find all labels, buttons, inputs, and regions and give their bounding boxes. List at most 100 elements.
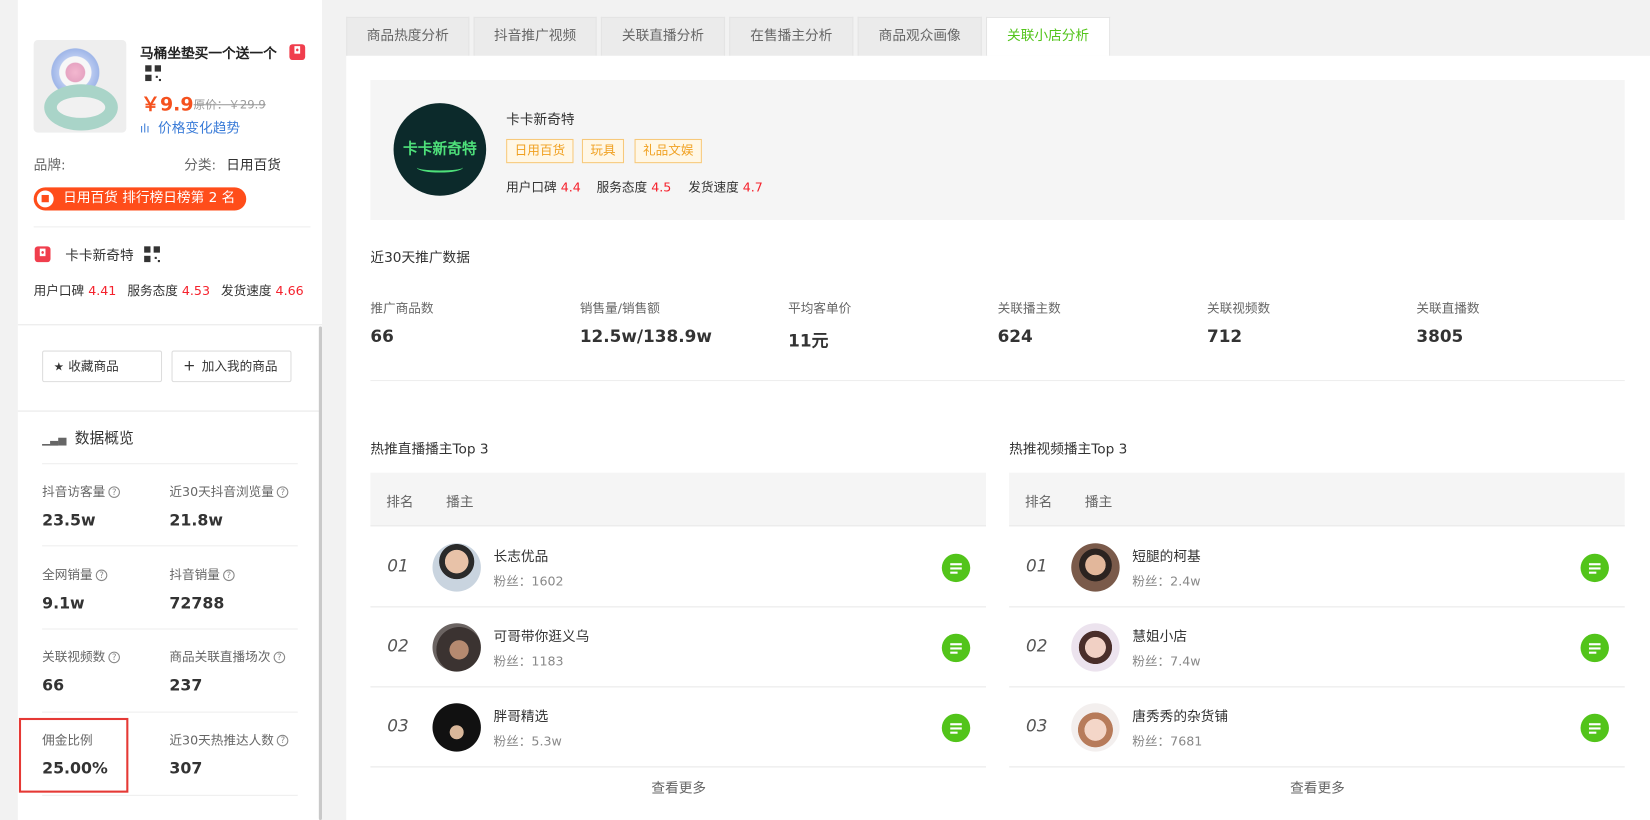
- kpi-value: 3805: [1416, 326, 1464, 347]
- shop-logo[interactable]: 卡卡新奇特: [393, 103, 487, 196]
- detail-list-icon[interactable]: [1580, 713, 1609, 743]
- price-trend-link[interactable]: ılı 价格变化趋势: [140, 117, 240, 137]
- avatar: [432, 543, 481, 592]
- table-row[interactable]: 03 唐秀秀的杂货铺 粉丝：7681: [1009, 687, 1625, 768]
- kpi-label: 平均客单价: [788, 301, 852, 316]
- tab-promo-videos[interactable]: 抖音推广视频: [473, 16, 597, 56]
- metric-value: 23.5w: [42, 510, 96, 530]
- shop-tag: 日用百货: [506, 138, 574, 164]
- divider: [370, 380, 1625, 382]
- table-row[interactable]: 02 慧姐小店 粉丝：7.4w: [1009, 607, 1625, 688]
- kpi-label: 关联直播数: [1416, 301, 1480, 316]
- kpi-label: 销售量/销售额: [579, 301, 660, 316]
- metric-label: 抖音访客量?: [42, 482, 120, 500]
- shop-name[interactable]: 卡卡新奇特: [506, 108, 574, 129]
- shop-tag: 玩具: [581, 138, 625, 164]
- avatar: [432, 703, 481, 752]
- kpi-label: 关联视频数: [1206, 301, 1271, 316]
- favorite-button[interactable]: ★ 收藏商品: [42, 350, 163, 383]
- divider: [42, 463, 298, 465]
- add-to-my-products-button[interactable]: + 加入我的商品: [171, 350, 292, 383]
- category-label: 分类:: [184, 157, 217, 174]
- divider: [42, 545, 298, 547]
- star-icon: ★: [53, 360, 65, 374]
- metric-value: 307: [169, 758, 203, 778]
- product-price: ￥9.9: [141, 93, 194, 116]
- detail-list-icon[interactable]: [941, 553, 971, 583]
- metric-value: 9.1w: [42, 593, 85, 613]
- shop-score-service: 服务态度 4.5: [596, 180, 672, 195]
- kpi-value: 66: [370, 326, 394, 347]
- shop-icon: ◘: [34, 246, 51, 263]
- detail-list-icon[interactable]: [941, 633, 971, 663]
- live-top-title: 热推直播播主Top 3: [370, 442, 489, 458]
- category-value: 日用百货: [226, 157, 281, 174]
- avatar: [1071, 623, 1120, 672]
- detail-list-icon[interactable]: [941, 713, 971, 743]
- kpi-label: 推广商品数: [370, 301, 434, 316]
- product-side-panel: 马桶坐垫买一个送一个 ◘ ￥9.9 原价：￥29.9 ılı 价格变化趋势 品牌:…: [17, 0, 323, 820]
- live-view-more-link[interactable]: 查看更多: [370, 777, 987, 797]
- shopping-bag-icon: ■: [36, 190, 54, 208]
- qr-code-icon[interactable]: [145, 65, 162, 82]
- metric-label: 抖音销量?: [169, 565, 235, 583]
- tab-audience-profile[interactable]: 商品观众画像: [857, 16, 982, 56]
- kpi-value: 12.5w/138.9w: [579, 326, 712, 347]
- promo-title: 近30天推广数据: [370, 250, 470, 267]
- tab-heat-analysis[interactable]: 商品热度分析: [346, 16, 470, 56]
- side-score-reputation: 用户口碑 4.41: [33, 283, 117, 298]
- overview-title: ▁▃▅ 数据概览: [42, 430, 134, 448]
- trend-chart-icon: ılı: [139, 122, 150, 136]
- highlight-box: [18, 717, 129, 793]
- plus-icon: +: [183, 357, 196, 375]
- table-row[interactable]: 02 可哥带你逛义乌 粉丝：1183: [370, 607, 987, 688]
- help-icon: ?: [108, 486, 120, 498]
- kpi-value: 624: [997, 326, 1033, 347]
- help-icon: ?: [277, 734, 289, 747]
- help-icon: ?: [273, 651, 286, 664]
- shop-tag: 礼品文娱: [634, 138, 702, 164]
- tab-live-analysis[interactable]: 关联直播分析: [600, 16, 726, 56]
- product-thumbnail[interactable]: [33, 40, 127, 133]
- help-icon: ?: [108, 651, 120, 664]
- video-top-title: 热推视频播主Top 3: [1009, 442, 1128, 458]
- shop-score-delivery: 发货速度 4.7: [688, 180, 763, 195]
- metric-label: 全网销量?: [42, 565, 108, 583]
- product-name[interactable]: 马桶坐垫买一个送一个: [140, 42, 277, 62]
- metric-label: 关联视频数?: [42, 647, 120, 665]
- divider: [42, 628, 298, 630]
- metric-value: 21.8w: [169, 510, 223, 530]
- divider: [33, 226, 311, 228]
- help-icon: ?: [277, 486, 289, 498]
- divider: [42, 711, 298, 713]
- side-score-delivery: 发货速度 4.66: [220, 283, 304, 298]
- detail-list-icon[interactable]: [1580, 633, 1609, 663]
- tab-hosts-analysis[interactable]: 在售播主分析: [729, 16, 854, 56]
- help-icon: ?: [95, 569, 108, 582]
- side-shop-name[interactable]: 卡卡新奇特: [65, 244, 133, 264]
- divider: [17, 324, 323, 326]
- video-table-header: 排名 播主: [1009, 472, 1625, 527]
- brand-label: 品牌:: [33, 157, 66, 174]
- kpi-label: 关联播主数: [997, 301, 1061, 316]
- tab-shop-analysis[interactable]: 关联小店分析: [986, 16, 1111, 56]
- kpi-value: 712: [1206, 326, 1243, 347]
- table-row[interactable]: 01 长志优品 粉丝：1602: [370, 527, 987, 608]
- bar-chart-icon: ▁▃▅: [42, 434, 67, 447]
- metric-value: 72788: [169, 593, 225, 613]
- metric-value: 237: [169, 675, 203, 695]
- kpi-value: 11元: [788, 330, 829, 351]
- shop-qr-icon[interactable]: [144, 246, 160, 263]
- detail-list-icon[interactable]: [1580, 553, 1609, 583]
- metric-label: 近30天抖音浏览量?: [169, 482, 289, 500]
- avatar: [1071, 703, 1120, 752]
- table-row[interactable]: 01 短腿的柯基 粉丝：2.4w: [1009, 527, 1625, 608]
- avatar: [1071, 543, 1120, 592]
- table-row[interactable]: 03 胖哥精选 粉丝：5.3w: [370, 687, 987, 768]
- shop-bag-icon: ◘: [289, 44, 306, 61]
- live-table-header: 排名 播主: [370, 472, 987, 527]
- video-view-more-link[interactable]: 查看更多: [1009, 777, 1626, 797]
- rank-badge[interactable]: ■ 日用百货 排行榜日榜第 2 名: [33, 187, 246, 211]
- metric-value: 66: [42, 675, 65, 695]
- scrollbar[interactable]: [318, 326, 323, 820]
